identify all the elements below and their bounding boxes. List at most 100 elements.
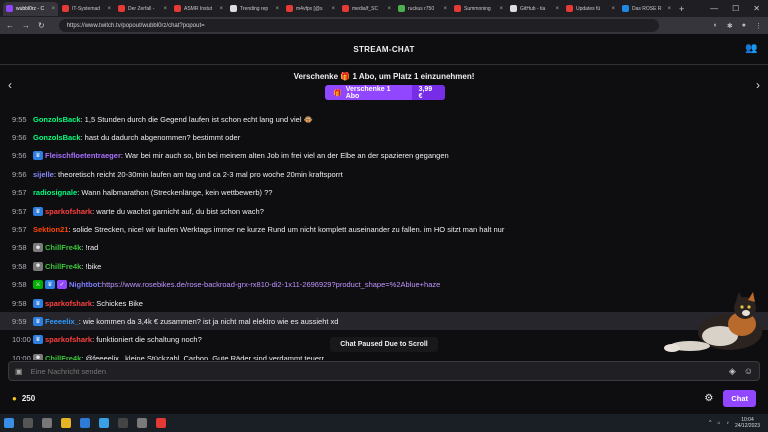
tab-close-icon[interactable]: × — [275, 6, 279, 12]
browser-tab[interactable]: GitHub - tia × — [507, 2, 562, 16]
browser-tab[interactable]: Summoning × — [451, 2, 506, 16]
chat-paused-button[interactable]: Chat Paused Due to Scroll — [330, 337, 438, 352]
emote-badge-icon[interactable]: ☻ — [33, 353, 43, 360]
browser-tab[interactable]: Trending rep × — [227, 2, 282, 16]
settings-gear-icon[interactable]: ⚙ — [704, 393, 713, 404]
minimize-icon[interactable]: — — [710, 4, 718, 13]
browser-tab[interactable]: ASMR Instut × — [171, 2, 226, 16]
back-icon[interactable]: ← — [6, 21, 14, 30]
chat-message[interactable]: 9:57 ♛ sparkofshark: warte du wachst garni… — [0, 202, 768, 220]
subscriber-badge-icon[interactable]: ♛ — [33, 335, 43, 345]
browser-tab[interactable]: Das ROSE R × — [619, 2, 674, 16]
task-view-icon[interactable] — [42, 418, 52, 428]
menu-icon[interactable]: ⋮ — [755, 22, 762, 30]
maximize-icon[interactable]: ☐ — [732, 4, 739, 13]
tab-close-icon[interactable]: × — [555, 6, 559, 12]
chat-message[interactable]: 9:56 ♛ Fleischfloetentraeger: War bei mir … — [0, 147, 768, 165]
message-username[interactable]: GonzolsBack — [33, 133, 81, 142]
profile-icon[interactable]: ● — [742, 22, 746, 30]
tab-close-icon[interactable]: × — [667, 6, 671, 12]
chat-message-input[interactable] — [30, 366, 729, 376]
verified-badge-icon[interactable]: ✓ — [57, 280, 67, 290]
tab-close-icon[interactable]: × — [163, 6, 167, 12]
browser-tab[interactable]: IT-Systemad × — [59, 2, 114, 16]
network-icon[interactable]: ⌂ — [717, 420, 720, 426]
tab-close-icon[interactable]: × — [499, 6, 503, 12]
chat-send-button[interactable]: Chat — [723, 389, 756, 407]
outlook-icon[interactable] — [80, 418, 90, 428]
emote-badge-icon[interactable]: ☻ — [33, 261, 43, 271]
url-field[interactable]: https://www.twitch.tv/popout/wubbl0rz/ch… — [58, 19, 659, 32]
chat-message[interactable]: 9:57 radiosignale: Wann halbmarathon (Str… — [0, 184, 768, 202]
forward-icon[interactable]: → — [22, 21, 30, 30]
moderator-badge-icon[interactable]: ⚔ — [33, 280, 43, 290]
emote-picker-icon[interactable]: ▣ — [15, 367, 23, 376]
subscriber-badge-icon[interactable]: ♛ — [45, 280, 55, 290]
emote-badge-icon[interactable]: ☻ — [33, 243, 43, 253]
message-username[interactable]: Sektion21 — [33, 225, 68, 234]
chat-message[interactable]: 9:56 sijelle: theoretisch reicht 20-30min… — [0, 165, 768, 183]
tab-close-icon[interactable]: × — [51, 6, 55, 12]
chrome-icon[interactable] — [156, 418, 166, 428]
extension-icon[interactable]: ◐ — [714, 22, 718, 30]
chat-message[interactable]: 9:56 GonzolsBack: hast du dadurch abgenom… — [0, 128, 768, 146]
browser-tab[interactable]: wubbl0rz - C × — [3, 1, 58, 16]
browser-tab[interactable]: media/f_SC × — [339, 2, 394, 16]
close-window-icon[interactable]: ✕ — [753, 4, 760, 13]
message-username[interactable]: ChillFre4k — [45, 243, 81, 252]
edge-icon[interactable] — [99, 418, 109, 428]
chat-message[interactable]: 9:58 ⚔ ♛ ✓ Nightbot: https://www.rosebikes.d… — [0, 276, 768, 294]
chevron-right-icon[interactable]: › — [756, 78, 760, 92]
gift-sub-button[interactable]: 🎁 Verschenke 1 Abo 3,99 € — [325, 85, 445, 100]
tab-close-icon[interactable]: × — [331, 6, 335, 12]
tab-close-icon[interactable]: × — [611, 6, 615, 12]
file-explorer-icon[interactable] — [61, 418, 71, 428]
chat-message[interactable]: 9:58 ☻ ChillFre4k: !bike — [0, 257, 768, 275]
reload-icon[interactable]: ↻ — [38, 21, 45, 30]
emoji-icon[interactable]: ☺ — [744, 366, 753, 377]
chat-message[interactable]: 9:55 GonzolsBack: 1,5 Stunden durch die G… — [0, 110, 768, 128]
tray-chevron-icon[interactable]: ^ — [709, 420, 711, 426]
terminal-icon[interactable] — [118, 418, 128, 428]
channel-points[interactable]: ● 250 — [12, 394, 35, 403]
tab-close-icon[interactable]: × — [387, 6, 391, 12]
message-username[interactable]: sparkofshark — [45, 299, 92, 308]
subscriber-badge-icon[interactable]: ♛ — [33, 206, 43, 216]
message-username[interactable]: sijelle — [33, 170, 54, 179]
browser-tab[interactable]: m4vfpx [@s × — [283, 2, 338, 16]
chat-message[interactable]: 9:57 Sektion21: solide Strecken, nice! wi… — [0, 220, 768, 238]
app-icon[interactable] — [137, 418, 147, 428]
bits-icon[interactable]: ◈ — [729, 366, 736, 377]
community-icon[interactable]: 👥 — [745, 43, 758, 54]
browser-tab[interactable]: Updates fü × — [563, 2, 618, 16]
puzzle-icon[interactable]: ✱ — [727, 22, 733, 30]
message-username[interactable]: radiosignale — [33, 188, 77, 197]
message-username[interactable]: GonzolsBack — [33, 115, 81, 124]
tab-close-icon[interactable]: × — [443, 6, 447, 12]
browser-tab[interactable]: ruckus r750 × — [395, 2, 450, 16]
subscriber-badge-icon[interactable]: ♛ — [33, 316, 43, 326]
tab-label: ASMR Instut — [184, 5, 213, 12]
message-username[interactable]: Feeeelix_ — [45, 317, 79, 326]
volume-icon[interactable]: ♪ — [726, 420, 729, 426]
message-username[interactable]: Nightbot — [69, 280, 100, 289]
start-icon[interactable] — [4, 418, 14, 428]
message-username[interactable]: sparkofshark — [45, 207, 92, 216]
subscriber-badge-icon[interactable]: ♛ — [33, 298, 43, 308]
message-username[interactable]: sparkofshark — [45, 335, 92, 344]
message-username[interactable]: ChillFre4k — [45, 262, 81, 271]
subscriber-badge-icon[interactable]: ♛ — [33, 151, 43, 161]
clock[interactable]: 10:04 24/12/2023 — [735, 417, 760, 429]
message-timestamp: 9:57 — [12, 206, 27, 216]
new-tab-button[interactable]: + — [679, 4, 684, 14]
tab-close-icon[interactable]: × — [107, 6, 111, 12]
search-icon[interactable] — [23, 418, 33, 428]
tab-close-icon[interactable]: × — [219, 6, 223, 12]
chat-message[interactable]: 9:58 ☻ ChillFre4k: !rad — [0, 239, 768, 257]
chevron-left-icon[interactable]: ‹ — [8, 78, 12, 92]
message-username[interactable]: ChillFre4k — [45, 354, 81, 360]
browser-tab[interactable]: Der Zerfall - × — [115, 2, 170, 16]
message-username[interactable]: Fleischfloetentraeger — [45, 151, 121, 160]
message-link[interactable]: https://www.rosebikes.de/rose-backroad-g… — [102, 280, 440, 289]
message-text: : funktioniert die schaltung noch? — [92, 335, 202, 345]
